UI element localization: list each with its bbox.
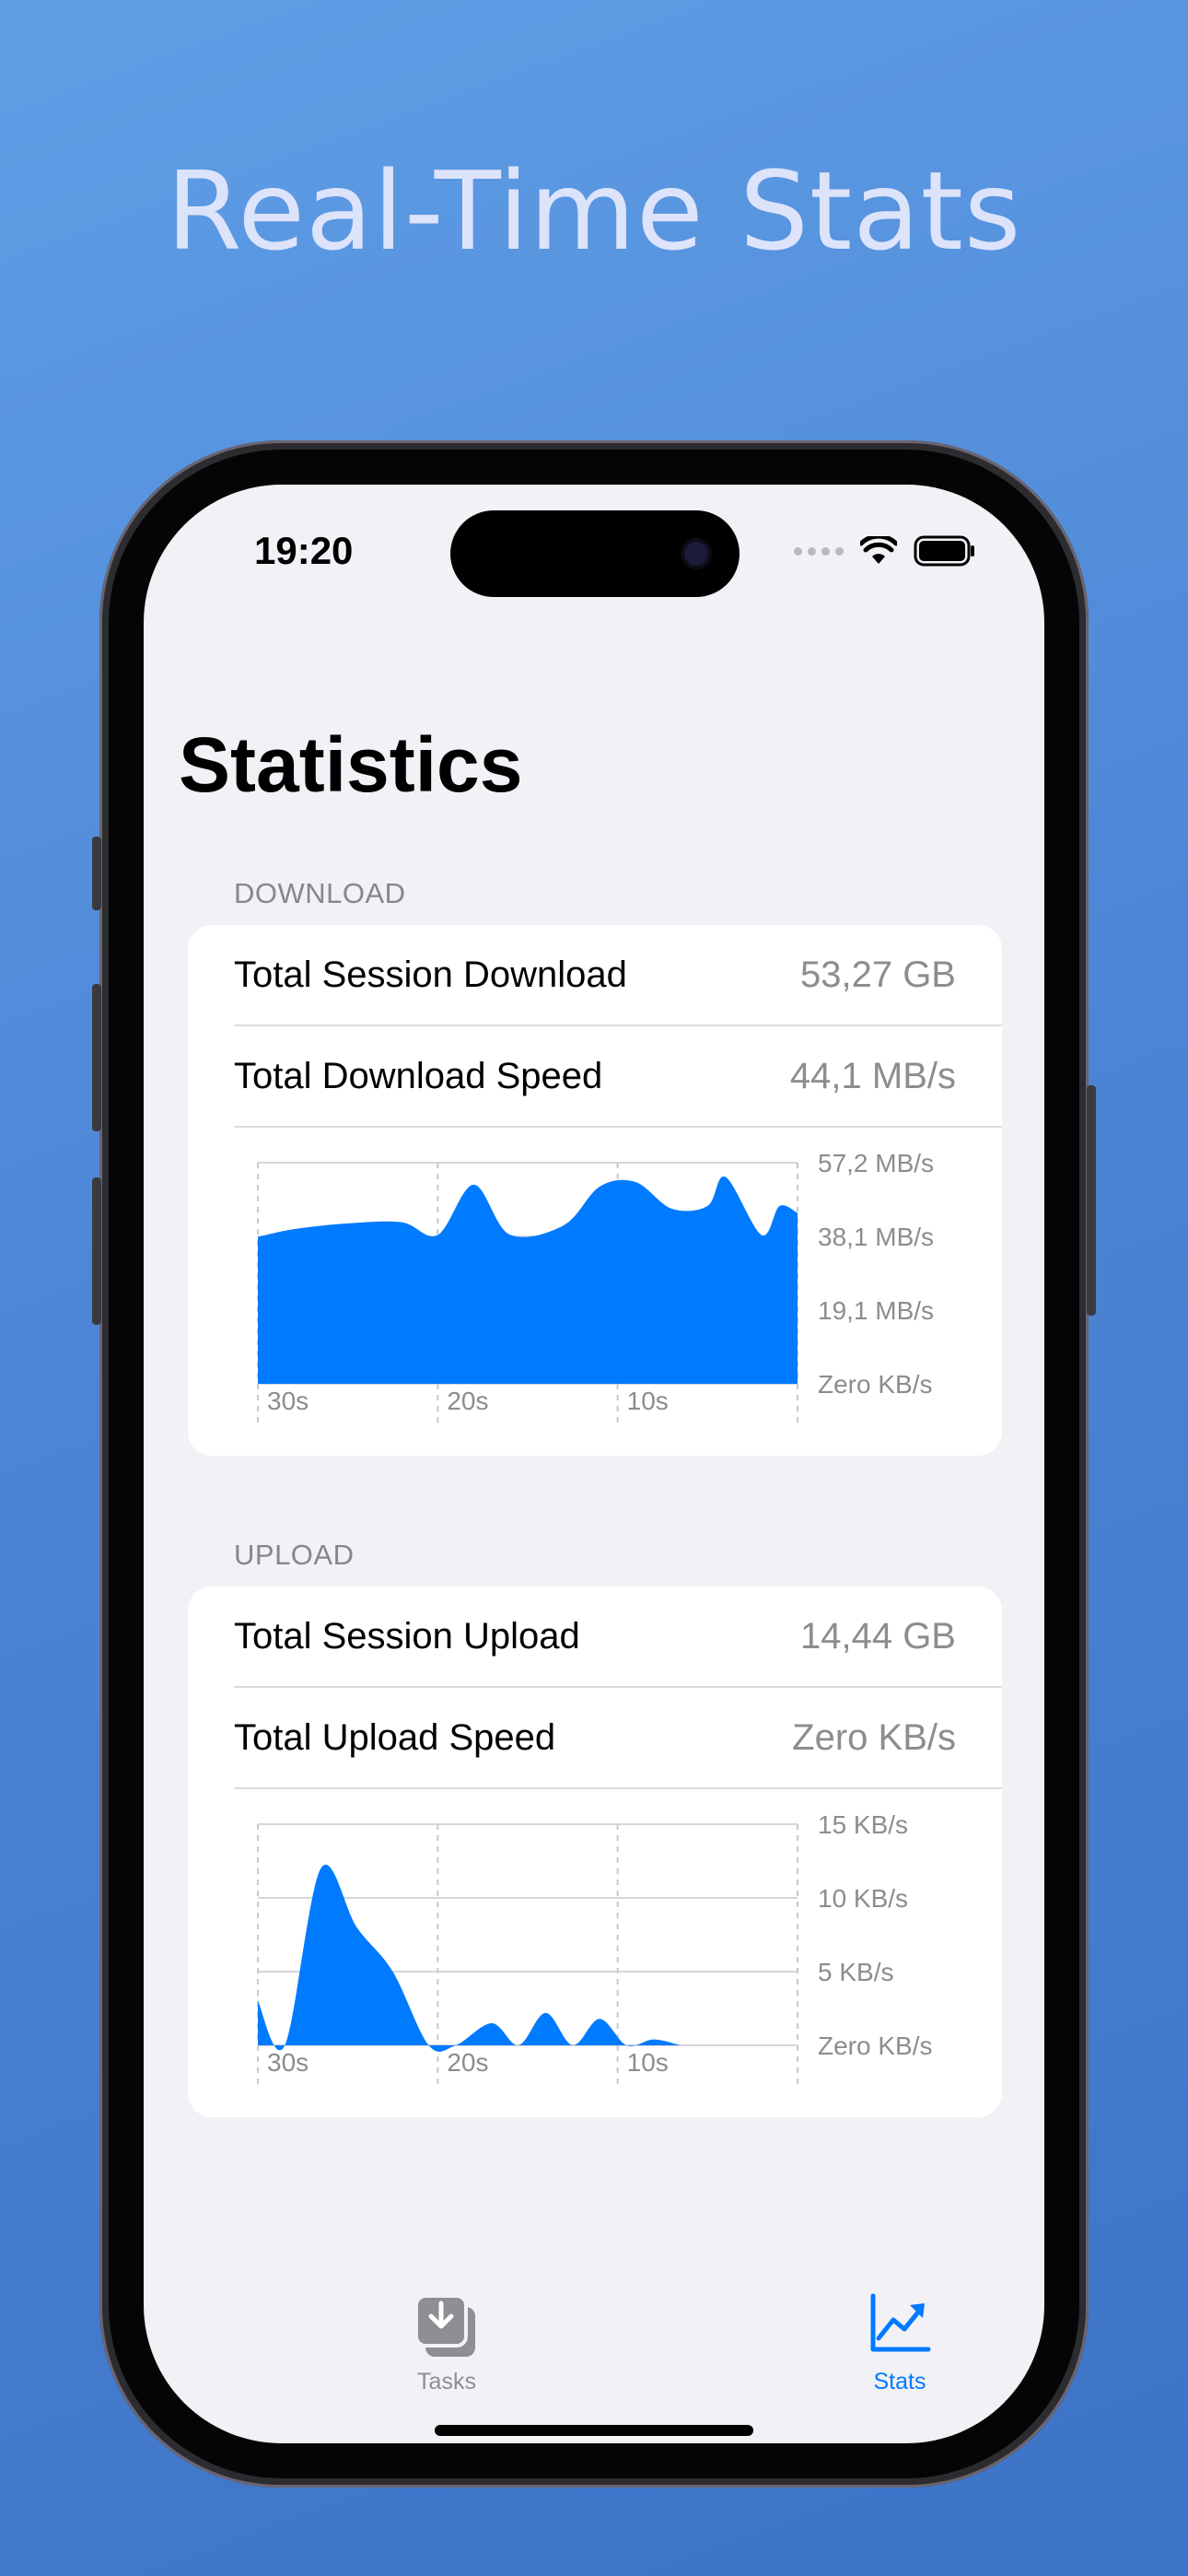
session-download-value: 53,27 GB — [799, 954, 956, 995]
tab-stats-label: Stats — [873, 2369, 926, 2395]
session-upload-value: 14,44 GB — [799, 1615, 956, 1657]
phone-frame: 19:20 Statistics DOWNLOAD Total Session … — [92, 440, 1096, 2488]
power-button — [1087, 1085, 1096, 1316]
upload-chart-y-tick-label: 15 KB/s — [818, 1810, 908, 1839]
headline: Real-Time Stats — [166, 147, 1022, 275]
wifi-icon — [860, 536, 897, 564]
upload-chart-x-tick-label: 10s — [627, 2048, 669, 2077]
session-upload-row: Total Session Upload 14,44 GB — [234, 1587, 1002, 1688]
page-title: Statistics — [179, 721, 523, 808]
download-speed-value: 44,1 MB/s — [789, 1055, 956, 1096]
chart-trend-icon — [870, 2293, 931, 2352]
cellular-icon — [794, 546, 844, 556]
download-card: Total Session Download 53,27 GB Total Do… — [188, 925, 1002, 1456]
session-download-row: Total Session Download 53,27 GB — [234, 925, 1002, 1026]
upload-chart-x-tick-label: 30s — [267, 2048, 309, 2077]
volume-up-button — [92, 984, 101, 1131]
download-chart-x-tick-label: 30s — [267, 1387, 309, 1415]
download-speed-chart: 57,2 MB/s 38,1 MB/s 19,1 MB/s Zero KB/s 30s 2… — [257, 1149, 934, 1424]
download-speed-row: Total Download Speed 44,1 MB/s — [234, 1026, 1002, 1128]
tab-tasks-label: Tasks — [417, 2369, 476, 2395]
upload-speed-label: Total Upload Speed — [234, 1716, 556, 1758]
upload-chart-y-tick-label: Zero KB/s — [818, 2032, 932, 2060]
upload-chart-y-tick-label: 5 KB/s — [818, 1958, 893, 1986]
download-chart-y-tick-label: Zero KB/s — [818, 1370, 932, 1399]
camera-lens — [684, 542, 708, 566]
screen: 19:20 Statistics DOWNLOAD Total Session … — [144, 485, 1044, 2443]
download-chart-y-tick-label: 38,1 MB/s — [818, 1223, 934, 1251]
tab-stats[interactable]: Stats — [835, 2290, 964, 2395]
status-icons — [794, 533, 976, 569]
download-chart-area — [258, 1176, 798, 1384]
session-download-label: Total Session Download — [234, 954, 627, 995]
upload-section-header: UPLOAD — [234, 1539, 355, 1571]
upload-speed-chart: 15 KB/s 10 KB/s 5 KB/s Zero KB/s 30s 20s 10s — [257, 1810, 932, 2086]
upload-speed-value: Zero KB/s — [792, 1716, 956, 1758]
download-chart-x-tick-label: 10s — [627, 1387, 669, 1415]
status-time: 19:20 — [254, 529, 354, 572]
volume-down-button — [92, 1177, 101, 1325]
battery-icon — [914, 535, 974, 567]
session-upload-label: Total Session Upload — [234, 1615, 580, 1657]
upload-card: Total Session Upload 14,44 GB Total Uplo… — [188, 1587, 1002, 2117]
action-button — [92, 837, 101, 910]
upload-chart-x-tick-label: 20s — [447, 2048, 488, 2077]
download-section-header: DOWNLOAD — [234, 877, 406, 909]
upload-speed-row: Total Upload Speed Zero KB/s — [234, 1688, 1002, 1789]
download-chart-y-tick-label: 57,2 MB/s — [818, 1149, 934, 1177]
dynamic-island — [450, 510, 740, 597]
upload-chart-y-tick-label: 10 KB/s — [818, 1884, 908, 1913]
home-indicator — [435, 2425, 753, 2436]
tab-bar: Tasks Stats — [144, 2290, 1044, 2401]
download-speed-label: Total Download Speed — [234, 1055, 603, 1096]
download-chart-x-tick-label: 20s — [447, 1387, 488, 1415]
download-chart-y-tick-label: 19,1 MB/s — [818, 1296, 934, 1325]
tasks-download-icon — [414, 2294, 475, 2357]
tab-tasks[interactable]: Tasks — [382, 2290, 511, 2395]
